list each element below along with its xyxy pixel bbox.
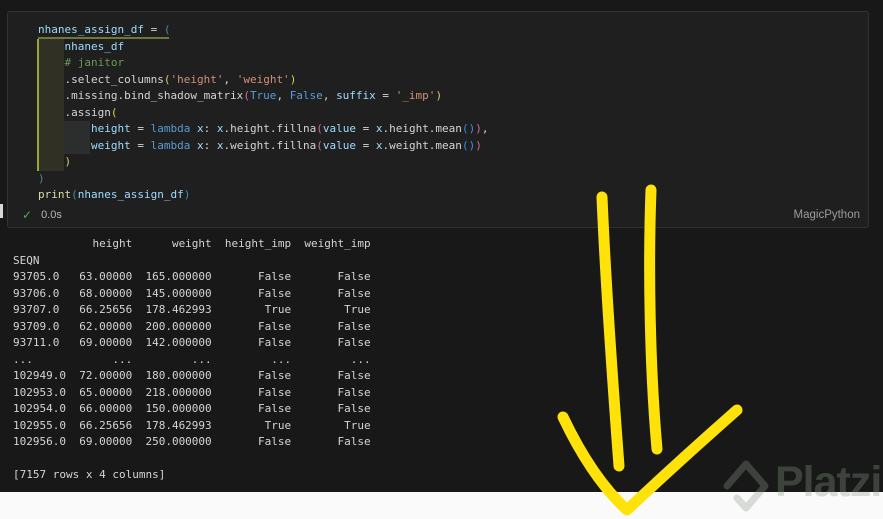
- platzi-logo-icon: [723, 460, 769, 512]
- code-token: .missing.bind_shadow_matrix: [64, 89, 244, 102]
- code-token: (: [461, 138, 469, 152]
- code-token: .assign: [64, 105, 111, 119]
- code-token: .height.mean: [382, 122, 462, 135]
- code-token: (: [316, 138, 323, 152]
- code-token: ): [289, 72, 297, 86]
- code-token: ,: [481, 122, 489, 135]
- code-line: height = lambda x: x.height.fillna(value…: [38, 121, 860, 138]
- arrow-shaft-left: [596, 191, 625, 472]
- code-token: (: [71, 188, 78, 201]
- code-line: nhanes_df: [38, 39, 860, 56]
- code-token: .select_columns: [64, 72, 164, 86]
- code-token: ): [475, 122, 482, 135]
- code-token: x: [196, 138, 204, 152]
- code-token: =: [130, 122, 151, 135]
- code-token: ): [183, 188, 191, 201]
- code-token: (: [243, 89, 250, 102]
- code-token: =: [355, 138, 376, 152]
- code-token: =: [375, 89, 396, 102]
- execution-duration: 0.0s: [41, 209, 62, 221]
- code-token: =: [143, 23, 164, 36]
- notebook-page: { "palette": { "variable": "#9CDCFE", "p…: [0, 0, 883, 519]
- code-token: 'height': [170, 72, 224, 86]
- code-token: ): [475, 138, 482, 152]
- code-token: ,: [223, 72, 237, 86]
- code-editor[interactable]: nhanes_assign_df = ( nhanes_df # janitor…: [38, 22, 860, 201]
- code-token: True: [249, 89, 277, 102]
- code-line: nhanes_assign_df = (: [38, 22, 860, 39]
- code-token: =: [130, 138, 151, 152]
- code-token: (: [110, 105, 118, 119]
- code-token: :: [203, 122, 217, 135]
- platzi-watermark: Platzi: [722, 456, 883, 516]
- code-token: value: [322, 122, 356, 135]
- code-token: weight: [90, 138, 131, 152]
- code-token: x: [196, 122, 204, 135]
- platzi-text: Platzi: [775, 458, 882, 506]
- code-line: # janitor: [38, 55, 860, 72]
- arrow-shaft-right: [644, 184, 663, 455]
- cell-status-bar: ✓ 0.0s MagicPython: [8, 203, 868, 227]
- code-token: ): [64, 155, 72, 168]
- code-token: ,: [276, 89, 290, 102]
- code-line: .select_columns('height', 'weight'): [38, 72, 860, 89]
- code-line: ): [38, 154, 860, 171]
- code-token: False: [289, 89, 323, 102]
- code-line: .missing.bind_shadow_matrix(True, False,…: [38, 88, 860, 105]
- code-token: # janitor: [64, 56, 125, 69]
- code-token: nhanes_assign_df: [77, 188, 184, 201]
- code-token: .weight.fillna: [223, 138, 317, 152]
- cell-focus-indicator: [0, 204, 3, 218]
- code-token: ): [435, 89, 443, 102]
- language-mode-indicator[interactable]: MagicPython: [794, 209, 860, 221]
- success-check-icon: ✓: [22, 208, 33, 222]
- code-token: :: [203, 138, 217, 152]
- code-token: (: [163, 23, 171, 36]
- code-token: 'weight': [236, 72, 290, 86]
- dataframe-output: height weight height_imp weight_imp SEQN…: [13, 237, 371, 481]
- code-token: print: [38, 188, 72, 201]
- code-line: print(nhanes_assign_df): [38, 187, 860, 204]
- code-cell[interactable]: nhanes_assign_df = ( nhanes_df # janitor…: [7, 11, 869, 228]
- code-token: ): [38, 171, 45, 185]
- code-token: height: [90, 122, 131, 135]
- code-token: =: [355, 122, 376, 135]
- code-token: (: [316, 122, 323, 135]
- code-token: lambda: [150, 138, 191, 152]
- code-token: nhanes_assign_df: [38, 23, 144, 36]
- code-line: .assign(: [38, 105, 860, 122]
- code-token: ,: [322, 89, 337, 102]
- code-token: lambda: [150, 122, 191, 135]
- code-token: .height.fillna: [223, 122, 317, 135]
- code-token: nhanes_df: [64, 39, 125, 53]
- code-token: (: [461, 122, 469, 135]
- code-line: weight = lambda x: x.weight.fillna(value…: [38, 138, 860, 155]
- code-token: value: [322, 138, 356, 152]
- code-token: '_imp': [395, 89, 436, 102]
- code-token: suffix: [336, 89, 376, 102]
- code-line: ): [38, 171, 860, 188]
- code-token: .weight.mean: [382, 138, 462, 152]
